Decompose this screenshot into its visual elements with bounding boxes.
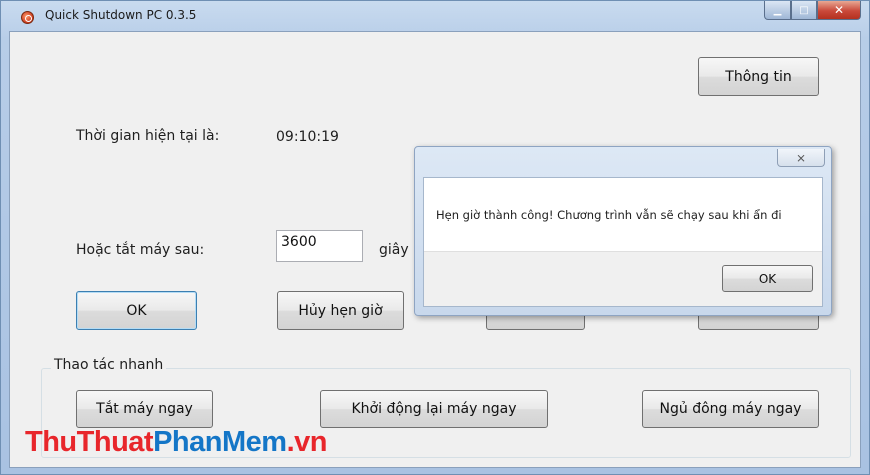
cancel-timer-button[interactable]: Hủy hẹn giờ <box>277 291 404 330</box>
seconds-unit-label: giây <box>379 242 409 258</box>
current-time-label: Thời gian hiện tại là: <box>76 128 220 144</box>
maximize-button[interactable]: □ <box>791 1 817 20</box>
caption-buttons: ▁ □ ✕ <box>764 1 861 21</box>
app-window: Quick Shutdown PC 0.3.5 ▁ □ ✕ Thông tin … <box>0 0 870 475</box>
about-button[interactable]: Thông tin <box>698 57 819 96</box>
dialog-close-button[interactable]: ⨯ <box>777 149 825 167</box>
app-power-icon <box>21 11 34 24</box>
watermark-logo: ThuThuatPhanMem.vn <box>25 426 327 459</box>
dialog-message: Hẹn giờ thành công! Chương trình vẫn sẽ … <box>436 208 782 222</box>
dialog-body: Hẹn giờ thành công! Chương trình vẫn sẽ … <box>423 177 823 307</box>
minimize-button[interactable]: ▁ <box>764 1 791 20</box>
title-bar[interactable]: Quick Shutdown PC 0.3.5 ▁ □ ✕ <box>1 1 869 31</box>
watermark-part1: ThuThuat <box>25 426 154 458</box>
watermark-part3: .vn <box>286 426 328 458</box>
dialog-footer: OK <box>424 251 822 306</box>
quick-actions-title: Thao tác nhanh <box>51 357 167 373</box>
window-title: Quick Shutdown PC 0.3.5 <box>45 8 197 22</box>
dialog-ok-button[interactable]: OK <box>722 265 813 292</box>
hibernate-now-button[interactable]: Ngủ đông máy ngay <box>642 390 819 428</box>
watermark-part2: PhanMem <box>153 426 287 458</box>
current-time-value: 09:10:19 <box>276 129 339 145</box>
shutdown-after-label: Hoặc tắt máy sau: <box>76 242 205 258</box>
restart-now-button[interactable]: Khởi động lại máy ngay <box>320 390 548 428</box>
seconds-input[interactable]: 3600 <box>276 230 363 262</box>
close-button[interactable]: ✕ <box>817 1 861 20</box>
shutdown-now-button[interactable]: Tắt máy ngay <box>76 390 213 428</box>
success-dialog: ⨯ Hẹn giờ thành công! Chương trình vẫn s… <box>414 146 832 316</box>
ok-button[interactable]: OK <box>76 291 197 330</box>
